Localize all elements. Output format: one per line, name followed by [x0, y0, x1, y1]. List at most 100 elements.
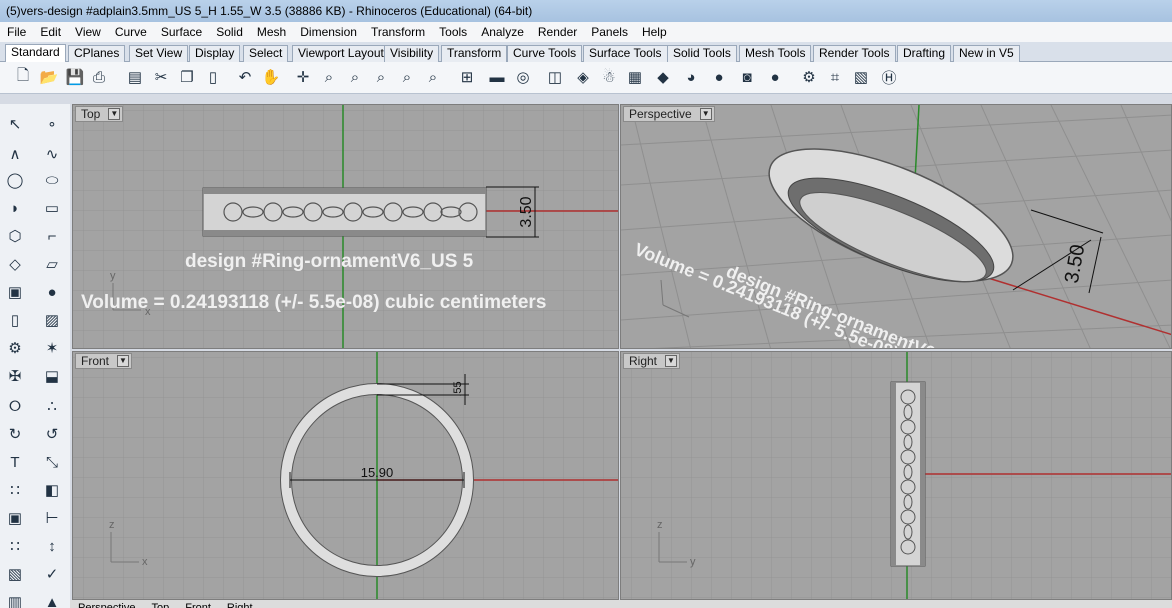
menu-tools[interactable]: Tools	[432, 22, 474, 42]
menu-file[interactable]: File	[0, 22, 33, 42]
pan-icon[interactable]: ✋	[260, 66, 282, 88]
grid-icon[interactable]: ∷	[3, 534, 27, 558]
menu-help[interactable]: Help	[635, 22, 674, 42]
zoom-extents-icon[interactable]: ⌕	[396, 66, 418, 88]
zoom-all-icon[interactable]: ⌕	[422, 66, 444, 88]
undo-icon[interactable]: ↶	[234, 66, 256, 88]
boolean-icon[interactable]: ⭘	[3, 394, 27, 418]
warning-icon[interactable]: ▲	[40, 590, 64, 608]
light-icon[interactable]: ◈	[572, 66, 594, 88]
distance-icon[interactable]: ↕	[40, 534, 64, 558]
mirror-icon[interactable]: ◧	[40, 478, 64, 502]
analysis-icon[interactable]: ▥	[3, 590, 27, 608]
box-icon[interactable]: ▣	[3, 280, 27, 304]
trim-icon[interactable]: ✠	[3, 364, 27, 388]
sphere-icon[interactable]: ●	[40, 280, 64, 304]
fillet-icon[interactable]: ⌐	[40, 224, 64, 248]
mesh-icon[interactable]: ▨	[40, 308, 64, 332]
surface-icon[interactable]: ◇	[3, 252, 27, 276]
polyline-icon[interactable]: ∧	[3, 142, 27, 166]
menu-analyze[interactable]: Analyze	[474, 22, 531, 42]
properties-icon[interactable]: ◆	[652, 66, 674, 88]
join-icon[interactable]: ⬓	[40, 364, 64, 388]
filter-icon[interactable]: ⚙	[798, 66, 820, 88]
viewport-perspective[interactable]: 3.50 design #Ring-ornamentV6_US 5 Volume…	[620, 104, 1172, 349]
tab-cplanes[interactable]: CPlanes	[68, 45, 126, 62]
viewport-menu-icon[interactable]: ▼	[699, 108, 712, 120]
tab-render-tools[interactable]: Render Tools	[813, 45, 896, 62]
viewport-tab-top[interactable]: Top ▼	[75, 106, 124, 122]
cut-icon[interactable]: ✂	[150, 66, 172, 88]
layer-icon[interactable]: ▧	[3, 562, 27, 586]
explode-icon[interactable]: ✶	[40, 336, 64, 360]
copy-icon[interactable]: ❐	[176, 66, 198, 88]
viewport-top[interactable]: 3.50 x y design #Ring-ornamentV6_US 5 Vo…	[72, 104, 619, 349]
tab-visibility[interactable]: Visibility	[384, 45, 440, 62]
hide-icon[interactable]: ◎	[512, 66, 534, 88]
render-icon[interactable]: ●	[764, 66, 786, 88]
curve-icon[interactable]: ∿	[40, 142, 64, 166]
menu-solid[interactable]: Solid	[209, 22, 250, 42]
rotate-3d-icon[interactable]: ↺	[40, 422, 64, 446]
viewport-layout-icon[interactable]: ⊞	[456, 66, 478, 88]
viewport-tab-perspective[interactable]: Perspective ▼	[623, 106, 715, 122]
menu-edit[interactable]: Edit	[33, 22, 68, 42]
rotate-icon[interactable]: ✛	[292, 66, 314, 88]
viewport-tab-right[interactable]: Right ▼	[623, 353, 681, 369]
zoom-icon[interactable]: ⌕	[318, 66, 340, 88]
car-icon[interactable]: ▬	[486, 66, 508, 88]
tab-set-view[interactable]: Set View	[129, 45, 189, 62]
tab-new-in-v5[interactable]: New in V5	[953, 45, 1020, 62]
viewport-menu-icon[interactable]: ▼	[665, 355, 678, 367]
scale-icon[interactable]: ⤡	[40, 450, 64, 474]
point-icon[interactable]: ∘	[40, 112, 64, 136]
tab-select[interactable]: Select	[243, 45, 289, 62]
menu-dimension[interactable]: Dimension	[293, 22, 364, 42]
arc-icon[interactable]: ◗	[3, 196, 27, 220]
tab-standard[interactable]: Standard	[5, 44, 66, 63]
viewport-menu-icon[interactable]: ▼	[117, 355, 130, 367]
rectangle-icon[interactable]: ▭	[40, 196, 64, 220]
bottom-tab-top[interactable]: Top	[143, 600, 177, 608]
menu-view[interactable]: View	[68, 22, 108, 42]
viewport-menu-icon[interactable]: ▼	[108, 108, 121, 120]
lock-icon[interactable]: ◫	[544, 66, 566, 88]
print-icon[interactable]: ⎙	[88, 66, 110, 88]
bottom-tab-perspective[interactable]: Perspective	[70, 600, 143, 608]
help-icon[interactable]: Ⓗ	[878, 66, 900, 88]
viewport-right[interactable]: y z Right ▼	[620, 351, 1172, 600]
open-icon[interactable]: 📂	[38, 66, 60, 88]
group-icon[interactable]: ∴	[40, 394, 64, 418]
tab-solid-tools[interactable]: Solid Tools	[667, 45, 737, 62]
solid-box-icon[interactable]: ▣	[3, 506, 27, 530]
ellipse-icon[interactable]: ⬭	[40, 168, 64, 192]
menu-surface[interactable]: Surface	[154, 22, 209, 42]
menu-transform[interactable]: Transform	[364, 22, 432, 42]
tab-curve-tools[interactable]: Curve Tools	[507, 45, 583, 62]
viewport-tab-front[interactable]: Front ▼	[75, 353, 133, 369]
bottom-tab-front[interactable]: Front	[177, 600, 219, 608]
menu-mesh[interactable]: Mesh	[250, 22, 293, 42]
grid-snap-icon[interactable]: ⌗	[824, 66, 846, 88]
viewport-front[interactable]: 15.90 .55 x z Front ▼	[72, 351, 619, 600]
material-icon[interactable]: ◕	[680, 66, 702, 88]
new-icon[interactable]: 🗋	[12, 66, 34, 88]
text-icon[interactable]: T	[3, 450, 27, 474]
extrude-icon[interactable]: ▱	[40, 252, 64, 276]
polygon-icon[interactable]: ⬡	[3, 224, 27, 248]
options-icon[interactable]: ▧	[850, 66, 872, 88]
shaded-icon[interactable]: ●	[708, 66, 730, 88]
circle-icon[interactable]: ◯	[3, 168, 27, 192]
menu-curve[interactable]: Curve	[108, 22, 154, 42]
dimension-icon[interactable]: ⊢	[40, 506, 64, 530]
paste-icon[interactable]: ▯	[202, 66, 224, 88]
tab-viewport-layout[interactable]: Viewport Layout	[292, 45, 390, 62]
save-icon[interactable]: 💾	[64, 66, 86, 88]
move-icon[interactable]: ↻	[3, 422, 27, 446]
check-icon[interactable]: ✓	[40, 562, 64, 586]
bottom-tab-right[interactable]: Right	[219, 600, 261, 608]
array-icon[interactable]: ∷	[3, 478, 27, 502]
settings-icon[interactable]: ⚙	[3, 336, 27, 360]
light-bulb-icon[interactable]: ☃	[598, 66, 620, 88]
tab-display[interactable]: Display	[189, 45, 241, 62]
